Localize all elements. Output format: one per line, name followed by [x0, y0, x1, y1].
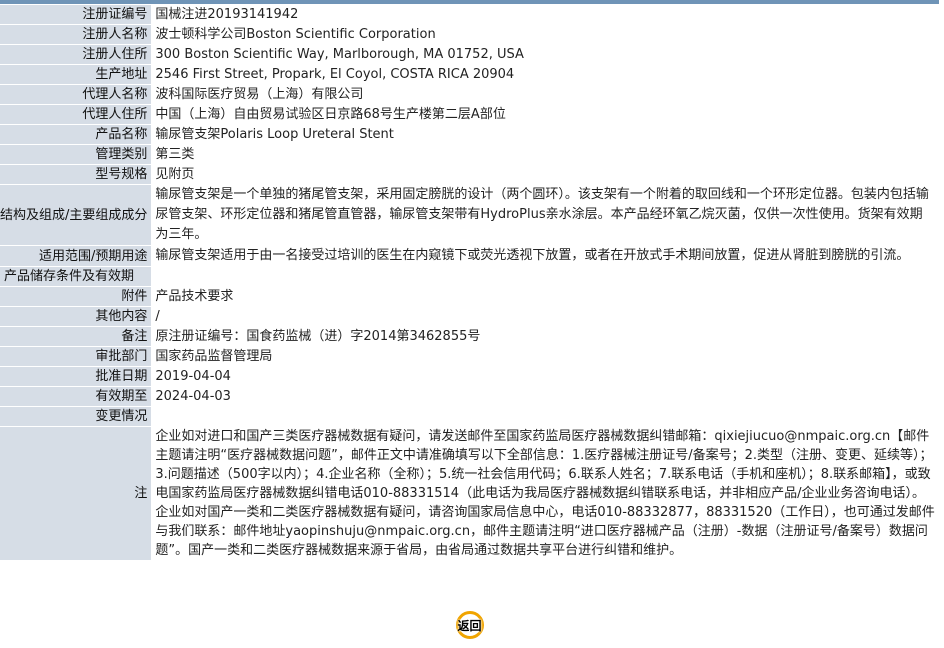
table-row: 批准日期 2019-04-04 — [0, 367, 939, 386]
row-value — [151, 407, 939, 426]
row-label: 代理人住所 — [0, 105, 152, 124]
button-bar: 返回 — [0, 606, 939, 644]
row-value: 见附页 — [151, 165, 939, 184]
row-label: 批准日期 — [0, 367, 152, 386]
row-value — [151, 267, 939, 286]
table-row: 结构及组成/主要组成成分 输尿管支架是一个单独的猪尾管支架，采用固定膀胱的设计（… — [0, 185, 939, 245]
row-label: 有效期至 — [0, 387, 152, 406]
row-value: 第三类 — [151, 145, 939, 164]
table-row: 注册证编号 国械注进20193141942 — [0, 5, 939, 24]
row-value: 波士顿科学公司Boston Scientific Corporation — [151, 25, 939, 44]
row-label: 注册人住所 — [0, 45, 152, 64]
row-label: 附件 — [0, 287, 152, 306]
row-label: 备注 — [0, 327, 152, 346]
note-text: 企业如对进口和国产三类医疗器械数据有疑问，请发送邮件至国家药监局医疗器械数据纠错… — [151, 427, 939, 560]
row-value: 国家药品监督管理局 — [151, 347, 939, 366]
table-row: 产品名称 输尿管支架Polaris Loop Ureteral Stent — [0, 125, 939, 144]
table-row: 产品储存条件及有效期 — [0, 267, 939, 286]
page-edge — [939, 0, 944, 648]
row-value: 输尿管支架是一个单独的猪尾管支架，采用固定膀胱的设计（两个圆环）。该支架有一个附… — [151, 185, 939, 245]
table-row: 其他内容 / — [0, 307, 939, 326]
table-row: 生产地址 2546 First Street, Propark, El Coyo… — [0, 65, 939, 84]
row-label: 适用范围/预期用途 — [0, 246, 152, 266]
back-button[interactable]: 返回 — [446, 610, 494, 640]
table-row: 变更情况 — [0, 407, 939, 426]
row-value: 2546 First Street, Propark, El Coyol, CO… — [151, 65, 939, 84]
row-value: 原注册证编号：国食药监械（进）字2014第3462855号 — [151, 327, 939, 346]
row-value: / — [151, 307, 939, 326]
row-value: 输尿管支架Polaris Loop Ureteral Stent — [151, 125, 939, 144]
table-row: 代理人住所 中国（上海）自由贸易试验区日京路68号生产楼第二层A部位 — [0, 105, 939, 124]
row-label: 产品储存条件及有效期 — [0, 267, 152, 286]
row-label: 注册人名称 — [0, 25, 152, 44]
row-label: 管理类别 — [0, 145, 152, 164]
row-value: 输尿管支架适用于由一名接受过培训的医生在内窥镜下或荧光透视下放置，或者在开放式手… — [151, 246, 939, 266]
table-row: 代理人名称 波科国际医疗贸易（上海）有限公司 — [0, 85, 939, 104]
row-value: 国械注进20193141942 — [151, 5, 939, 24]
table-row: 型号规格 见附页 — [0, 165, 939, 184]
table-row: 备注 原注册证编号：国食药监械（进）字2014第3462855号 — [0, 327, 939, 346]
note-label: 注 — [0, 427, 152, 560]
row-label: 注册证编号 — [0, 5, 152, 24]
row-value: 2019-04-04 — [151, 367, 939, 386]
table-row: 管理类别 第三类 — [0, 145, 939, 164]
back-button-label: 返回 — [457, 619, 482, 633]
table-row: 注册人住所 300 Boston Scientific Way, Marlbor… — [0, 45, 939, 64]
table-row: 适用范围/预期用途 输尿管支架适用于由一名接受过培训的医生在内窥镜下或荧光透视下… — [0, 246, 939, 266]
row-label: 审批部门 — [0, 347, 152, 366]
table-row: 审批部门 国家药品监督管理局 — [0, 347, 939, 366]
note-row: 注 企业如对进口和国产三类医疗器械数据有疑问，请发送邮件至国家药监局医疗器械数据… — [0, 427, 939, 560]
row-label: 产品名称 — [0, 125, 152, 144]
row-value: 波科国际医疗贸易（上海）有限公司 — [151, 85, 939, 104]
row-value: 300 Boston Scientific Way, Marlborough, … — [151, 45, 939, 64]
row-label: 型号规格 — [0, 165, 152, 184]
row-value: 2024-04-03 — [151, 387, 939, 406]
table-row: 注册人名称 波士顿科学公司Boston Scientific Corporati… — [0, 25, 939, 44]
row-label: 其他内容 — [0, 307, 152, 326]
detail-table: 注册证编号 国械注进20193141942 注册人名称 波士顿科学公司Bosto… — [0, 4, 939, 561]
row-label: 生产地址 — [0, 65, 152, 84]
row-label: 变更情况 — [0, 407, 152, 426]
row-label: 代理人名称 — [0, 85, 152, 104]
row-label: 结构及组成/主要组成成分 — [0, 185, 152, 245]
row-value: 产品技术要求 — [151, 287, 939, 306]
row-value: 中国（上海）自由贸易试验区日京路68号生产楼第二层A部位 — [151, 105, 939, 124]
table-row: 有效期至 2024-04-03 — [0, 387, 939, 406]
table-row: 附件 产品技术要求 — [0, 287, 939, 306]
